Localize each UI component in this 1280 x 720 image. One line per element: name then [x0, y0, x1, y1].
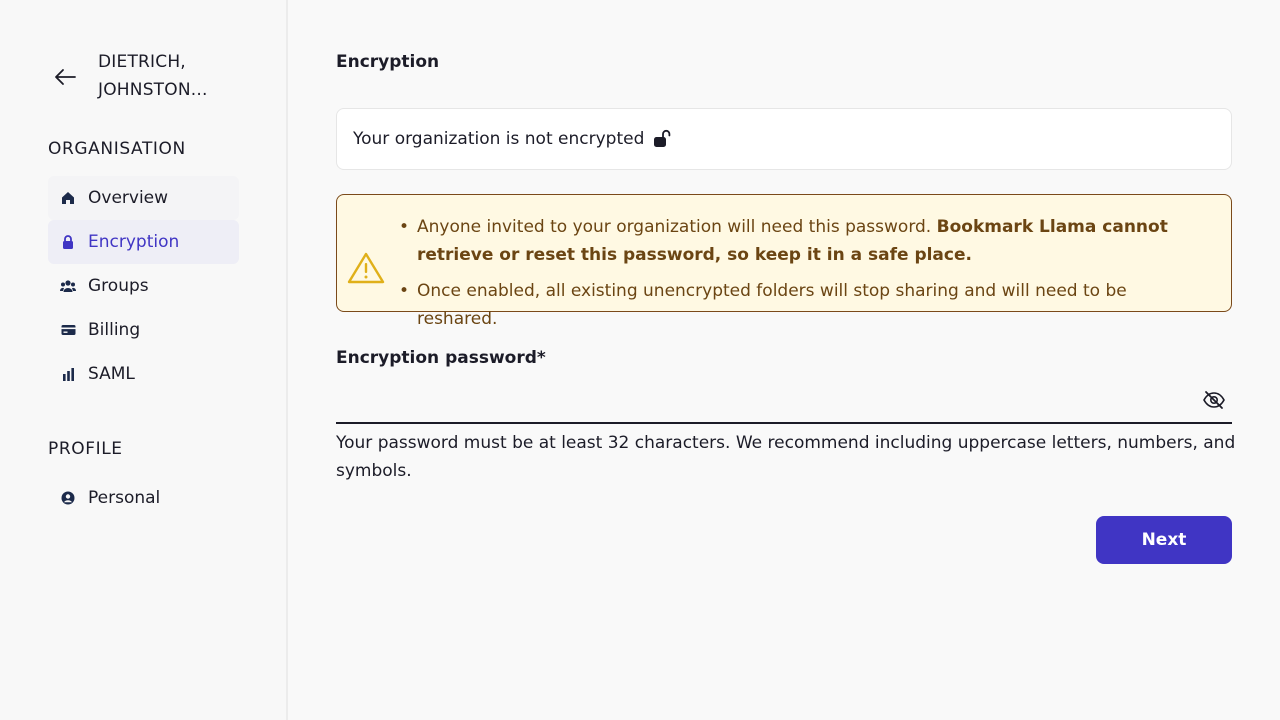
- sidebar-item-label: Billing: [88, 320, 141, 340]
- warning-item: Once enabled, all existing unencrypted f…: [399, 277, 1209, 333]
- nav-profile: Personal: [48, 476, 239, 520]
- eye-off-icon: [1203, 391, 1225, 409]
- sidebar-item-personal[interactable]: Personal: [48, 476, 239, 520]
- sidebar-item-label: Encryption: [88, 232, 180, 252]
- page-title: Encryption: [336, 52, 440, 72]
- nav-organisation: Overview Encryption Groups Billing SAML: [48, 176, 239, 396]
- users-icon: [60, 278, 76, 294]
- org-name: DIETRICH, JOHNSTON...: [98, 52, 208, 100]
- sidebar-item-label: Groups: [88, 276, 149, 296]
- home-icon: [60, 190, 76, 206]
- password-label: Encryption password*: [336, 348, 546, 368]
- warning-icon: [347, 251, 385, 311]
- password-helper-text: Your password must be at least 32 charac…: [336, 433, 1236, 481]
- unlocked-icon: [652, 129, 672, 149]
- sidebar-item-groups[interactable]: Groups: [48, 264, 239, 308]
- sidebar-item-encryption[interactable]: Encryption: [48, 220, 239, 264]
- section-title-organisation: ORGANISATION: [48, 139, 186, 159]
- sidebar-item-saml[interactable]: SAML: [48, 352, 239, 396]
- warning-item-text: Anyone invited to your organization will…: [417, 217, 937, 237]
- sidebar-item-billing[interactable]: Billing: [48, 308, 239, 352]
- password-field: [336, 378, 1232, 424]
- sidebar-item-label: SAML: [88, 364, 135, 384]
- encryption-status-text: Your organization is not encrypted: [353, 129, 645, 149]
- lock-icon: [60, 234, 76, 250]
- app-root: DIETRICH, JOHNSTON... ORGANISATION Overv…: [0, 0, 1280, 720]
- encryption-status-card: Your organization is not encrypted: [336, 108, 1232, 170]
- sidebar-item-label: Personal: [88, 488, 161, 508]
- warning-list: Anyone invited to your organization will…: [399, 213, 1209, 329]
- warning-callout: Anyone invited to your organization will…: [336, 194, 1232, 329]
- user-circle-icon: [60, 490, 76, 506]
- sidebar-item-overview[interactable]: Overview: [48, 176, 239, 220]
- next-button[interactable]: Next: [1096, 516, 1232, 564]
- credit-card-icon: [60, 322, 76, 338]
- org-header: DIETRICH, JOHNSTON...: [48, 48, 248, 106]
- arrow-left-icon: [55, 69, 76, 85]
- sidebar-item-label: Overview: [88, 188, 169, 208]
- sidebar: DIETRICH, JOHNSTON... ORGANISATION Overv…: [0, 0, 288, 720]
- encryption-password-input[interactable]: [336, 378, 1196, 422]
- section-title-profile: PROFILE: [48, 439, 123, 459]
- toggle-visibility-button[interactable]: [1196, 382, 1232, 418]
- bar-chart-icon: [60, 366, 76, 382]
- warning-item: Anyone invited to your organization will…: [399, 213, 1209, 269]
- back-button[interactable]: [48, 48, 82, 106]
- main-content: Encryption Your organization is not encr…: [288, 0, 1280, 720]
